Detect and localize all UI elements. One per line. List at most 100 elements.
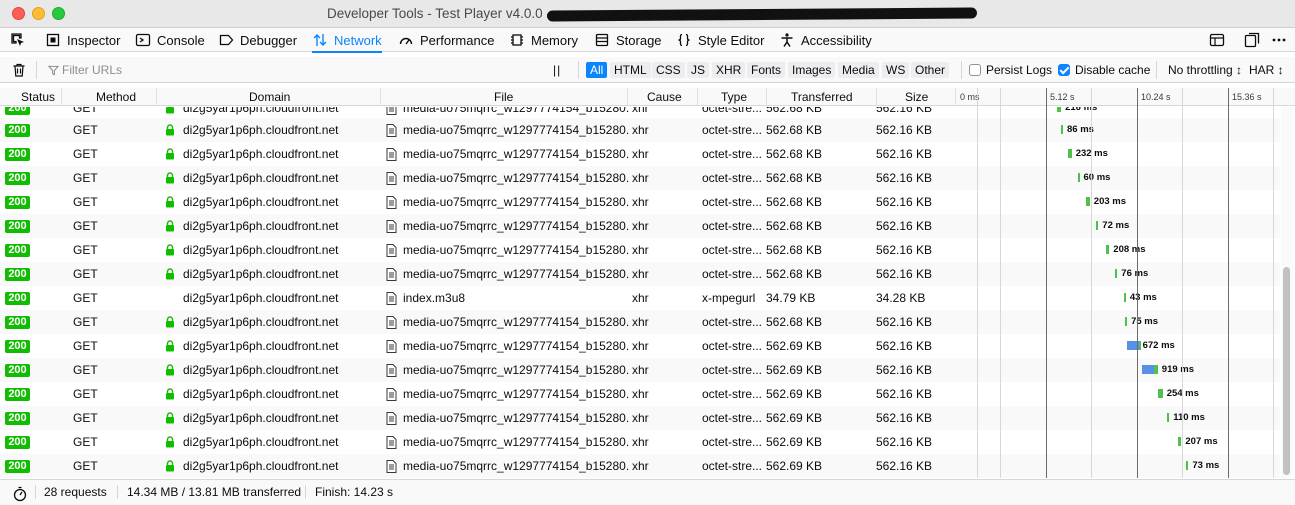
inspector-icon (46, 33, 60, 47)
filter-type-ws[interactable]: WS (882, 62, 910, 78)
column-file[interactable]: File (494, 88, 513, 106)
disable-cache-checkbox[interactable]: Disable cache (1058, 57, 1150, 83)
table-row[interactable]: 200 GET di2g5yar1p6ph.cloudfront.net media-… (0, 430, 1280, 454)
close-window-button[interactable] (12, 7, 25, 20)
filter-type-html[interactable]: HTML (610, 62, 651, 78)
cell-file: media-uo75mqrrc_w1297774154_b15280... (403, 387, 629, 401)
waterfall-timing-label: 86 ms (1067, 124, 1094, 135)
vertical-scrollbar[interactable] (1281, 107, 1293, 478)
tab-storage[interactable]: Storage (594, 28, 662, 52)
disable-cache-check[interactable] (1058, 64, 1070, 76)
tab-style-editor[interactable]: Style Editor (676, 28, 764, 52)
tab-network[interactable]: Network (312, 28, 382, 53)
maximize-window-button[interactable] (52, 7, 65, 20)
filter-type-xhr[interactable]: XHR (712, 62, 746, 78)
tab-label: Memory (531, 32, 578, 48)
waterfall-tick-3: 15.36 s (1232, 92, 1262, 102)
ellipsis-icon (1272, 38, 1286, 42)
column-type[interactable]: Type (721, 88, 747, 106)
filter-type-js[interactable]: JS (687, 62, 710, 78)
minimize-window-button[interactable] (32, 7, 45, 20)
table-row[interactable]: 200 GET di2g5yar1p6ph.cloudfront.net index.… (0, 286, 1280, 310)
tab-performance[interactable]: Performance (398, 28, 494, 52)
performance-icon (399, 37, 413, 45)
request-count: 28 requests (44, 485, 107, 499)
pause-button[interactable]: || (553, 57, 561, 83)
column-method[interactable]: Method (96, 88, 136, 106)
toolbar-divider (1156, 61, 1157, 79)
persist-logs-check[interactable] (969, 64, 981, 76)
table-row[interactable]: 200 GET di2g5yar1p6ph.cloudfront.net media-… (0, 166, 1280, 190)
lock-icon (166, 412, 174, 424)
cell-domain: di2g5yar1p6ph.cloudfront.net (183, 219, 339, 233)
lock-icon (166, 268, 174, 280)
performance-analysis-button[interactable] (12, 482, 28, 505)
table-row[interactable]: 200 GET di2g5yar1p6ph.cloudfront.net media-… (0, 238, 1280, 262)
throttling-select[interactable]: No throttling ↕ (1168, 57, 1242, 83)
waterfall-bar (1141, 365, 1154, 374)
tab-label: Network (334, 32, 382, 48)
split-console-icon (1209, 33, 1225, 47)
table-row[interactable]: 200 GET di2g5yar1p6ph.cloudfront.net media-… (0, 334, 1280, 358)
cell-transferred: 562.69 KB (766, 459, 823, 473)
tab-label: Storage (616, 32, 662, 48)
tab-label: Console (157, 32, 205, 48)
waterfall-bar (1158, 389, 1163, 398)
tab-accessibility[interactable]: Accessibility (779, 28, 872, 52)
title-bar: Developer Tools - Test Player v4.0.0 - (0, 0, 1295, 28)
filter-type-all[interactable]: All (586, 62, 608, 78)
cell-cause: xhr (632, 195, 649, 209)
cell-method: GET (73, 411, 98, 425)
storage-icon (595, 33, 609, 47)
redaction-mark (546, 7, 978, 22)
table-row[interactable]: 200 GET di2g5yar1p6ph.cloudfront.net media-… (0, 118, 1280, 142)
dock-options-button[interactable] (1242, 30, 1262, 50)
tab-debugger[interactable]: Debugger (218, 28, 297, 52)
status-divider (35, 485, 36, 499)
cell-transferred: 562.68 KB (766, 267, 823, 281)
column-cause[interactable]: Cause (647, 88, 682, 106)
tab-memory[interactable]: Memory (509, 28, 578, 52)
table-row[interactable]: 200 GET di2g5yar1p6ph.cloudfront.net media-… (0, 358, 1280, 382)
filter-type-media[interactable]: Media (838, 62, 879, 78)
table-row[interactable]: 200 GET di2g5yar1p6ph.cloudfront.net media-… (0, 190, 1280, 214)
tab-label: Performance (420, 32, 495, 48)
cell-domain: di2g5yar1p6ph.cloudfront.net (183, 147, 339, 161)
filter-type-css[interactable]: CSS (652, 62, 685, 78)
table-row[interactable]: 200 GET di2g5yar1p6ph.cloudfront.net media-… (0, 214, 1280, 238)
filter-type-fonts[interactable]: Fonts (747, 62, 786, 78)
filter-type-images[interactable]: Images (788, 62, 836, 78)
table-row[interactable]: 200 GET di2g5yar1p6ph.cloudfront.net media-… (0, 406, 1280, 430)
scrollbar-thumb[interactable] (1283, 267, 1290, 475)
tab-inspector[interactable]: Inspector (45, 28, 120, 52)
persist-logs-checkbox[interactable]: Persist Logs (969, 57, 1052, 83)
clear-button[interactable] (11, 57, 27, 83)
column-transferred[interactable]: Transferred (791, 88, 853, 106)
waterfall-timing-label: 110 ms (1173, 412, 1205, 423)
column-size[interactable]: Size (905, 88, 928, 106)
cell-cause: xhr (632, 411, 649, 425)
status-badge: 200 (5, 292, 30, 305)
tab-console[interactable]: Console (135, 28, 205, 52)
cell-transferred: 562.69 KB (766, 339, 823, 353)
table-row[interactable]: 200 GET di2g5yar1p6ph.cloudfront.net media-… (0, 382, 1280, 406)
har-menu[interactable]: HAR ↕ (1249, 57, 1284, 83)
filter-type-other[interactable]: Other (911, 62, 950, 78)
table-row[interactable]: 200 GET di2g5yar1p6ph.cloudfront.net media-… (0, 454, 1280, 478)
table-row[interactable]: 200 GET di2g5yar1p6ph.cloudfront.net media-… (0, 310, 1280, 334)
cell-method: GET (73, 291, 98, 305)
status-badge: 200 (5, 196, 30, 209)
table-row[interactable]: 200 GET di2g5yar1p6ph.cloudfront.net media-… (0, 142, 1280, 166)
lock-icon (166, 172, 174, 184)
cell-size: 562.16 KB (876, 363, 933, 377)
column-status[interactable]: Status (21, 88, 55, 106)
toggle-split-console-button[interactable] (1207, 30, 1227, 50)
filter-urls-input[interactable] (46, 60, 536, 80)
file-icon (386, 316, 397, 329)
more-options-button[interactable] (1269, 30, 1289, 50)
cell-file: media-uo75mqrrc_w1297774154_b15280... (403, 459, 629, 473)
column-domain[interactable]: Domain (249, 88, 290, 106)
lock-icon (166, 460, 174, 472)
table-row[interactable]: 200 GET di2g5yar1p6ph.cloudfront.net media-… (0, 262, 1280, 286)
element-picker-button[interactable] (10, 28, 26, 52)
